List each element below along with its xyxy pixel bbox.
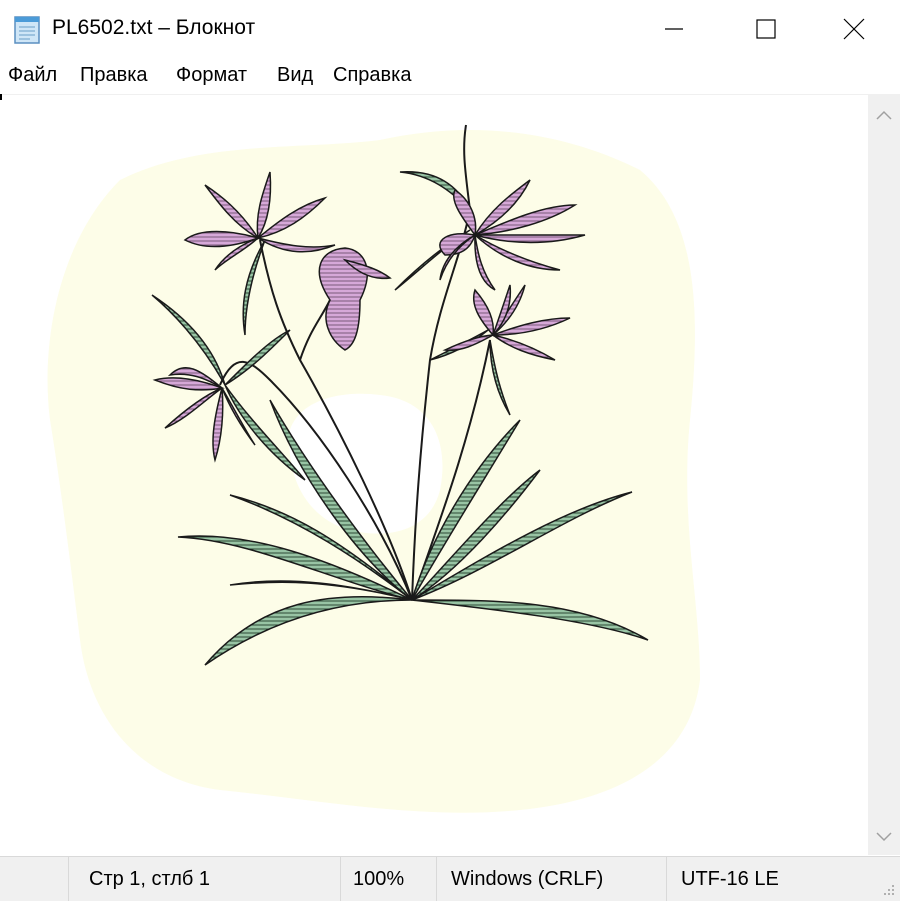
close-button[interactable] <box>808 0 900 58</box>
vertical-scrollbar[interactable] <box>868 95 900 855</box>
maximize-icon <box>756 19 776 39</box>
chevron-down-icon <box>876 832 892 842</box>
minimize-icon <box>665 28 683 30</box>
status-bar: Стр 1, стлб 1 100% Windows (CRLF) UTF-16… <box>0 856 900 901</box>
chevron-up-icon <box>876 110 892 120</box>
flower-illustration <box>47 124 700 813</box>
status-zoom-cell: 100% <box>340 857 436 901</box>
minimize-button[interactable] <box>628 0 720 58</box>
menu-view[interactable]: Вид <box>277 64 313 87</box>
cursor-position: Стр 1, стлб 1 <box>89 868 211 890</box>
menu-bar: Файл Правка Формат Вид Справка <box>0 58 900 95</box>
notepad-icon <box>14 14 40 44</box>
window-title: PL6502.txt – Блокнот <box>52 16 256 39</box>
zoom-level: 100% <box>353 868 405 890</box>
menu-format[interactable]: Формат <box>176 64 247 87</box>
status-encoding-cell: UTF-16 LE <box>666 857 900 901</box>
text-editor-area[interactable] <box>0 95 868 855</box>
encoding: UTF-16 LE <box>681 868 779 890</box>
scroll-up-button[interactable] <box>868 99 900 131</box>
status-position-cell: Стр 1, стлб 1 <box>68 857 340 901</box>
title-bar[interactable]: PL6502.txt – Блокнот <box>0 0 900 58</box>
line-endings: Windows (CRLF) <box>451 868 604 890</box>
close-icon <box>843 18 865 40</box>
scroll-down-button[interactable] <box>868 821 900 853</box>
status-line-endings-cell: Windows (CRLF) <box>436 857 666 901</box>
resize-grip-icon[interactable] <box>882 883 896 897</box>
text-caret <box>0 94 2 100</box>
menu-file[interactable]: Файл <box>8 64 57 87</box>
maximize-button[interactable] <box>720 0 812 58</box>
menu-edit[interactable]: Правка <box>80 64 148 87</box>
menu-help[interactable]: Справка <box>333 64 411 87</box>
